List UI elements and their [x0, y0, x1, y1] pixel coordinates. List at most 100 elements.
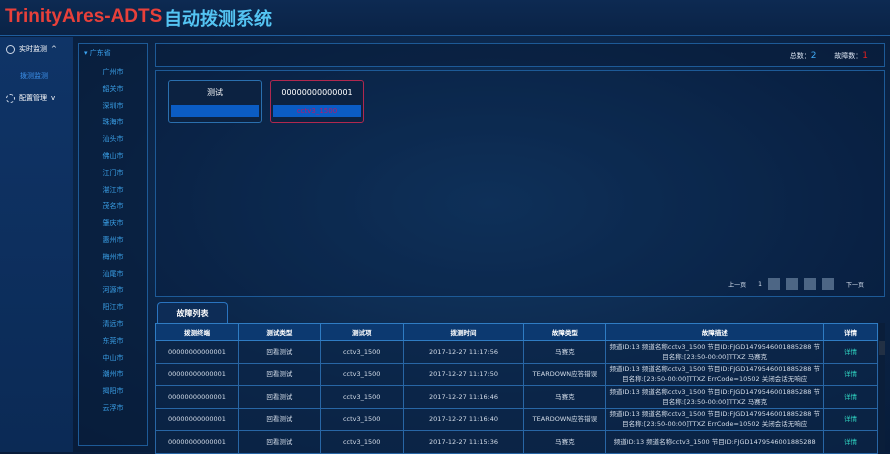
menu-realtime-monitor[interactable]: 实时监测 ^: [6, 44, 57, 54]
gear-icon: [6, 93, 15, 103]
total-count: 2: [810, 51, 817, 61]
card-status: [171, 105, 259, 117]
brand-logo: TrinityAres-ADTS: [5, 6, 163, 27]
table-cell: 频道ID:13 频道名称cctv3_1500 节目ID:FJGD14795460…: [605, 407, 825, 431]
region-tree: ▾ 广东省 广州市 韶关市 深圳市 珠海市 汕头市 佛山市 江门市 湛江市 茂名市 肇庆市 惠州市梅…: [78, 43, 148, 446]
tree-city-item[interactable]: 茂名市: [79, 198, 147, 215]
current-page[interactable]: 1: [758, 281, 762, 288]
page-button[interactable]: [767, 278, 780, 290]
table-cell: 马赛克: [523, 430, 607, 454]
app-title: 自动拨测系统: [164, 9, 272, 30]
card-title: 测试: [207, 88, 223, 97]
tree-city-item[interactable]: 阳江市: [79, 299, 147, 316]
table-cell: cctv3_1500: [319, 362, 404, 386]
table-cell: 频道ID:13 频道名称cctv3_1500 节目ID:FJGD14795460…: [605, 385, 825, 409]
tree-city-item[interactable]: 广州市: [79, 64, 147, 81]
sidebar: 实时监测 ^ 拨测监测 配置管理 v: [0, 37, 73, 452]
next-page-button[interactable]: 下一页: [846, 280, 864, 289]
fault-label: 故障数：: [834, 52, 863, 60]
submenu-dial-monitor[interactable]: 拨测监测: [20, 71, 48, 81]
table-cell: 回看测试: [237, 362, 321, 386]
monitor-icon: [6, 44, 15, 54]
table-row: 00000000000001 回看测试 cctv3_1500 2017-12-27 1…: [155, 385, 878, 409]
table-cell: 回看测试: [237, 340, 321, 364]
page-button[interactable]: [803, 278, 816, 290]
tree-city-item[interactable]: 佛山市: [79, 148, 147, 165]
tree-city-item[interactable]: 惠州市: [79, 232, 147, 249]
details-link[interactable]: 详情: [823, 407, 878, 431]
tree-root-label: 广东省: [89, 49, 111, 57]
tree-city-item[interactable]: 深圳市: [79, 98, 147, 115]
chevron-down-icon: v: [51, 94, 56, 102]
details-link[interactable]: 详情: [823, 340, 878, 364]
tree-city-item[interactable]: 东莞市: [79, 333, 147, 350]
card-status: cctv3_1500: [273, 105, 361, 117]
details-link[interactable]: 详情: [823, 430, 878, 454]
tree-city-item[interactable]: 清远市: [79, 316, 147, 333]
tree-city-item[interactable]: 韶关市: [79, 81, 147, 98]
table-cell: cctv3_1500: [319, 407, 404, 431]
table-cell: 频道ID:13 频道名称cctv3_1500 节目ID:FJGD14795460…: [605, 340, 825, 364]
tree-city-item[interactable]: 揭阳市: [79, 383, 147, 400]
tree-city-item[interactable]: 汕尾市: [79, 266, 147, 283]
column-header: 测试项: [319, 323, 404, 341]
table-cell: 2017-12-27 11:17:56: [402, 340, 525, 364]
table-cell: 00000000000001: [155, 340, 239, 364]
tree-city-item[interactable]: 江门市: [79, 165, 147, 182]
table-cell: 2017-12-27 11:16:40: [402, 407, 525, 431]
tree-city-item[interactable]: 珠海市: [79, 114, 147, 131]
chevron-up-icon: ^: [51, 45, 57, 53]
page-button[interactable]: [821, 278, 834, 290]
tree-city-item[interactable]: 河源市: [79, 282, 147, 299]
terminal-cards-panel: 测试 00000000000001 cctv3_1500 上一页 1 下一页: [155, 70, 885, 297]
city-list: 广州市 韶关市 深圳市 珠海市 汕头市 佛山市 江门市 湛江市 茂名市 肇庆市 惠州市 梅州市 汕尾市河…: [79, 64, 147, 417]
column-header: 拨测终端: [155, 323, 239, 341]
column-header: 故障类型: [523, 323, 607, 341]
table-cell: 00000000000001: [155, 362, 239, 386]
fault-count: 1: [862, 51, 868, 61]
tree-city-item[interactable]: 汕头市: [79, 131, 147, 148]
table-cell: 频道ID:13 频道名称cctv3_1500 节目ID:FJGD14795460…: [605, 430, 825, 454]
table-cell: cctv3_1500: [319, 340, 404, 364]
tree-city-item[interactable]: 潮州市: [79, 366, 147, 383]
tree-city-item[interactable]: 云浮市: [79, 400, 147, 417]
details-link[interactable]: 详情: [823, 385, 878, 409]
table-cell: cctv3_1500: [319, 430, 404, 454]
table-cell: 2017-12-27 11:17:50: [402, 362, 525, 386]
table-row: 00000000000001 回看测试 cctv3_1500 2017-12-27 1…: [155, 340, 878, 364]
table-cell: 2017-12-27 11:15:36: [402, 430, 525, 454]
terminal-card-alert[interactable]: 00000000000001 cctv3_1500: [270, 80, 364, 123]
tab-fault-list[interactable]: 故障列表: [157, 302, 228, 323]
table-scrollbar[interactable]: [879, 323, 885, 452]
table-row: 00000000000001 回看测试 cctv3_1500 2017-12-27 1…: [155, 430, 878, 454]
tree-city-item[interactable]: 湛江市: [79, 182, 147, 199]
fault-table: 拨测终端 测试类型 测试项 拨测时间 故障类型 故障描述 详情 00000000000001…: [155, 323, 878, 454]
column-header: 拨测时间: [402, 323, 525, 341]
column-header: 详情: [823, 323, 878, 341]
scrollbar-thumb[interactable]: [879, 341, 885, 355]
table-cell: cctv3_1500: [319, 385, 404, 409]
tree-city-item[interactable]: 中山市: [79, 350, 147, 367]
table-cell: 马赛克: [523, 340, 607, 364]
page-button[interactable]: [785, 278, 798, 290]
details-link[interactable]: 详情: [823, 362, 878, 386]
table-cell: 频道ID:13 频道名称cctv3_1500 节目ID:FJGD14795460…: [605, 362, 825, 386]
tree-root-guangdong[interactable]: ▾ 广东省: [84, 48, 111, 58]
table-cell: TEARDOWN应答错误: [523, 362, 607, 386]
table-cell: 回看测试: [237, 430, 321, 454]
tree-city-item[interactable]: 梅州市: [79, 249, 147, 266]
column-header: 故障描述: [605, 323, 825, 341]
table-cell: 回看测试: [237, 407, 321, 431]
table-row: 00000000000001 回看测试 cctv3_1500 2017-12-27 1…: [155, 362, 878, 386]
menu-label: 配置管理: [19, 94, 47, 102]
table-cell: TEARDOWN应答错误: [523, 407, 607, 431]
tree-city-item[interactable]: 肇庆市: [79, 215, 147, 232]
table-row: 00000000000001 回看测试 cctv3_1500 2017-12-27 1…: [155, 407, 878, 431]
prev-page-button[interactable]: 上一页: [728, 280, 746, 289]
app-header: TrinityAres-ADTS 自动拨测系统: [0, 0, 890, 36]
column-header: 测试类型: [237, 323, 321, 341]
stats-bar: 总数：2 故障数：1: [155, 43, 885, 67]
menu-config-management[interactable]: 配置管理 v: [6, 93, 55, 103]
terminal-card[interactable]: 测试: [168, 80, 262, 123]
table-cell: 马赛克: [523, 385, 607, 409]
